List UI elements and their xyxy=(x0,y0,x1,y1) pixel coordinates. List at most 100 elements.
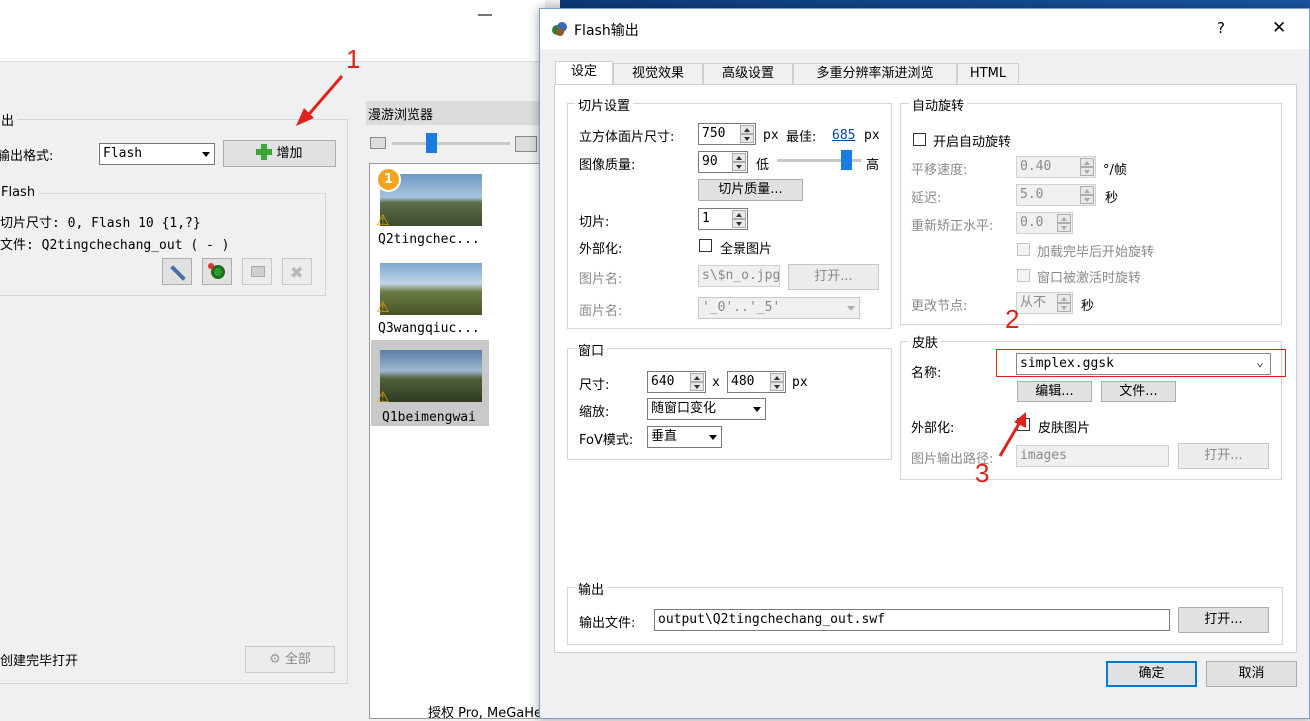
background-app-window: 出 输出格式: Flash 增加 Flash 切片尺寸: 0, Flash 10… xyxy=(0,0,576,721)
change-node-unit: 秒 xyxy=(1081,299,1095,314)
skin-name-select[interactable]: simplex.ggsk ⌄ xyxy=(1016,353,1271,375)
skin-edit-button[interactable]: 编辑... xyxy=(1017,381,1092,402)
add-button-label: 增加 xyxy=(276,146,303,161)
px-unit: px xyxy=(792,375,808,390)
output-file-label: 输出文件: xyxy=(579,616,636,631)
image-name-field[interactable]: s\$n_o.jpg xyxy=(698,265,780,287)
zoom-in-icon[interactable] xyxy=(515,136,537,152)
quality-slider-thumb[interactable] xyxy=(841,150,853,170)
cube-face-size-value: 750 xyxy=(702,126,726,141)
skin-title: 皮肤 xyxy=(909,332,942,351)
skin-externalize-label: 外部化: xyxy=(911,421,955,436)
horizon-label: 重新矫正水平: xyxy=(911,219,994,234)
output-format-value: Flash xyxy=(103,146,143,161)
wrench-icon xyxy=(170,265,186,281)
tiles-value: 1 xyxy=(702,211,710,226)
tab-html[interactable]: HTML xyxy=(957,63,1019,85)
output-format-select[interactable]: Flash xyxy=(99,143,215,165)
horizon-value: 0.0 xyxy=(1020,215,1044,230)
window-width-value: 640 xyxy=(651,374,675,389)
preview-button[interactable] xyxy=(242,258,272,285)
thumbnail-label[interactable]: Q2tingchec... xyxy=(378,232,480,247)
scale-select[interactable]: 随窗口变化 xyxy=(647,398,766,420)
gears-icon: ⚙ xyxy=(269,652,281,667)
start-after-load-checkbox[interactable] xyxy=(1017,243,1030,256)
horizon-spinner[interactable]: 0.0 xyxy=(1016,212,1073,234)
face-name-select[interactable]: '_0'..'_5' xyxy=(698,297,860,319)
pan-speed-label: 平移速度: xyxy=(911,163,968,178)
ok-button[interactable]: 确定 xyxy=(1106,661,1197,687)
auto-rotate-title: 自动旋转 xyxy=(909,95,968,114)
scale-label: 缩放: xyxy=(579,405,610,420)
image-name-open-button[interactable]: 打开... xyxy=(788,264,879,290)
monitor-icon xyxy=(251,266,265,277)
all-button-label: 全部 xyxy=(284,652,311,667)
tab-multires[interactable]: 多重分辨率渐进浏览 xyxy=(793,63,957,85)
pan-speed-spinner[interactable]: 0.40 xyxy=(1016,156,1096,178)
delay-value: 5.0 xyxy=(1020,187,1044,202)
flash-group-title: Flash xyxy=(0,185,39,200)
tour-browser-title: 漫游浏览器 xyxy=(368,108,434,123)
enable-autorotate-checkbox[interactable] xyxy=(913,133,926,146)
quality-spinner[interactable]: 90 xyxy=(698,151,748,173)
window-title: 窗口 xyxy=(575,340,608,359)
rotate-when-active-checkbox[interactable] xyxy=(1017,269,1030,282)
best-size-link[interactable]: 685 xyxy=(832,128,855,143)
px-unit: px xyxy=(763,128,779,143)
tiles-spinner[interactable]: 1 xyxy=(698,208,748,230)
delay-spinner[interactable]: 5.0 xyxy=(1016,184,1096,206)
minimize-icon[interactable] xyxy=(478,14,492,16)
window-width-spinner[interactable]: 640 xyxy=(647,371,706,393)
fov-mode-select[interactable]: 垂直 xyxy=(647,426,722,448)
scale-value: 随窗口变化 xyxy=(651,401,717,416)
open-after-create-label[interactable]: 创建完毕打开 xyxy=(0,650,78,669)
thumbnail-image-3[interactable] xyxy=(380,350,482,402)
plus-icon xyxy=(256,144,273,160)
image-path-open-button[interactable]: 打开... xyxy=(1178,443,1269,469)
output-format-label: 输出格式: xyxy=(0,149,54,164)
pan-speed-unit: °/帧 xyxy=(1103,163,1127,178)
tab-advanced[interactable]: 高级设置 xyxy=(703,63,793,85)
generate-button[interactable] xyxy=(202,258,232,285)
all-button[interactable]: ⚙ 全部 xyxy=(245,646,335,673)
cube-face-size-label: 立方体面片尺寸: xyxy=(579,130,675,145)
pano-image-checkbox[interactable] xyxy=(699,239,712,252)
output-open-button[interactable]: 打开... xyxy=(1178,607,1269,633)
warning-icon: ⚠ xyxy=(376,298,390,316)
thumbnail-label[interactable]: Q3wangqiuc... xyxy=(378,321,480,336)
output-file-field[interactable]: output\Q2tingchechang_out.swf xyxy=(654,609,1170,631)
cancel-button[interactable]: 取消 xyxy=(1206,661,1297,687)
annotation-arrow-icon xyxy=(296,75,344,126)
settings-wrench-button[interactable] xyxy=(162,258,192,285)
thumbnail-badge: 1 xyxy=(376,167,401,192)
help-button[interactable]: ? xyxy=(1217,19,1225,37)
tile-quality-button[interactable]: 切片质量... xyxy=(698,179,803,201)
output-title: 输出 xyxy=(575,579,608,598)
annotation-number: 2 xyxy=(1005,304,1020,334)
rotate-when-active-label: 窗口被激活时旋转 xyxy=(1037,271,1142,286)
skin-file-button[interactable]: 文件... xyxy=(1101,381,1176,402)
change-node-value: 从不 xyxy=(1020,295,1047,310)
thumbnail-label[interactable]: Q1beimengwai xyxy=(382,410,476,425)
delete-button[interactable]: ✖ xyxy=(282,258,312,285)
delay-unit: 秒 xyxy=(1105,191,1119,206)
zoom-out-icon[interactable] xyxy=(370,137,386,149)
window-height-value: 480 xyxy=(731,374,755,389)
pano-image-label: 全景图片 xyxy=(720,242,773,257)
background-titlebar xyxy=(0,0,545,62)
best-label: 最佳: xyxy=(786,130,817,145)
close-button[interactable]: ✕ xyxy=(1272,18,1286,38)
cube-face-size-spinner[interactable]: 750 xyxy=(698,123,756,145)
add-button[interactable]: 增加 xyxy=(223,140,336,167)
change-node-spinner[interactable]: 从不 xyxy=(1016,292,1073,314)
file-line: 文件: Q2tingchechang_out ( - ) xyxy=(0,238,230,253)
window-height-spinner[interactable]: 480 xyxy=(727,371,786,393)
image-path-field[interactable]: images xyxy=(1016,445,1169,467)
thumbnail-image-2[interactable] xyxy=(380,263,482,315)
settings-tab-panel: 切片设置 立方体面片尺寸: 750 px 最佳: 685 px 图像质量: 90… xyxy=(554,84,1297,653)
zoom-slider-thumb[interactable] xyxy=(426,133,437,153)
tab-visual-effects[interactable]: 视觉效果 xyxy=(613,63,703,85)
start-after-load-label: 加载完毕后开始旋转 xyxy=(1037,245,1155,260)
tab-settings[interactable]: 设定 xyxy=(555,61,613,85)
flash-output-dialog: Flash输出 ? ✕ 设定 视觉效果 高级设置 多重分辨率渐进浏览 HTML … xyxy=(539,8,1310,719)
